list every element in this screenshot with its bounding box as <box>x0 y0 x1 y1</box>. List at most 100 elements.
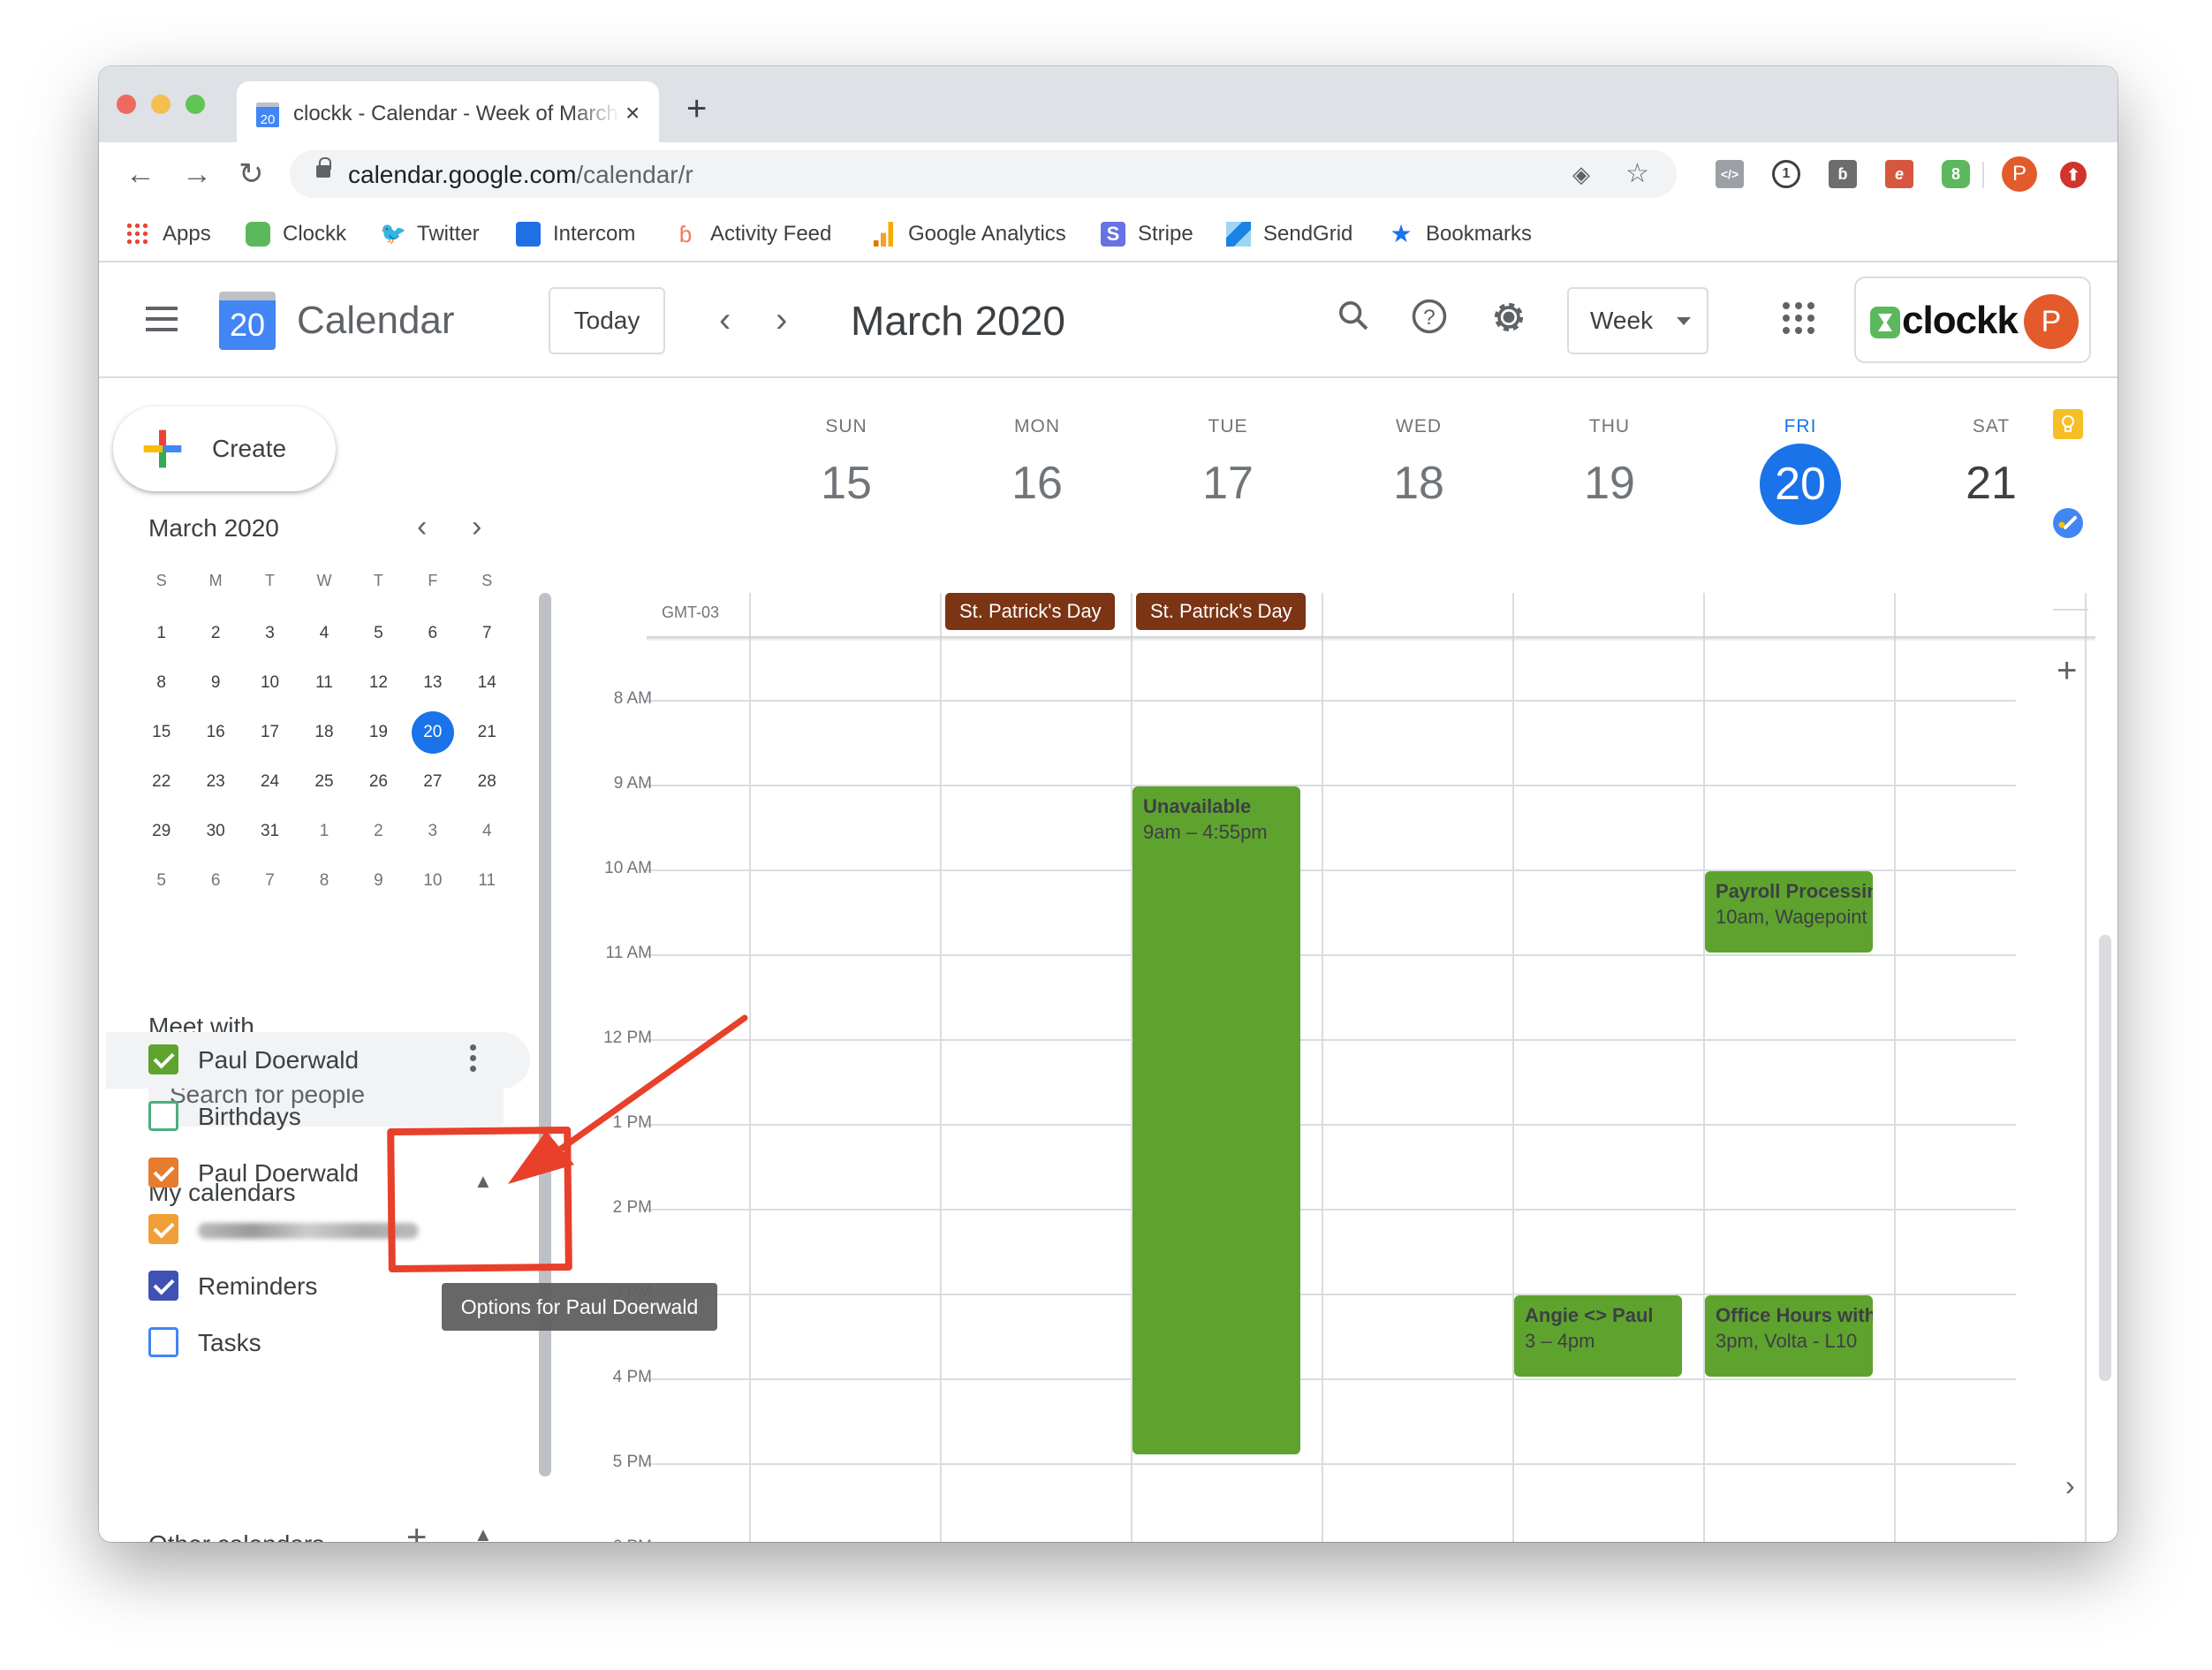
mini-day[interactable]: 30 <box>188 807 242 856</box>
mini-prev-month-button[interactable]: ‹ <box>417 509 427 544</box>
bookmark-sendgrid[interactable]: SendGrid <box>1226 218 1352 250</box>
browser-profile-avatar[interactable]: P <box>2002 156 2037 192</box>
calendar-item[interactable]: Paul Doerwald <box>106 1145 530 1202</box>
mini-day[interactable]: 21 <box>460 708 514 757</box>
day-header[interactable]: WED 18 <box>1323 414 1514 523</box>
mini-day[interactable]: 11 <box>297 658 351 708</box>
mini-day[interactable]: 24 <box>243 757 297 807</box>
minimize-window-button[interactable] <box>151 95 170 114</box>
day-header-today[interactable]: FRI 20 <box>1705 414 1896 525</box>
bookmark-twitter[interactable]: 🐦 Twitter <box>380 218 480 250</box>
calendar-checkbox[interactable] <box>148 1271 178 1301</box>
extension-diamond-icon[interactable]: ◈ <box>1572 159 1590 189</box>
calendar-item[interactable]: Birthdays <box>106 1089 530 1145</box>
next-week-button[interactable]: › <box>776 298 787 342</box>
today-button[interactable]: Today <box>549 287 665 354</box>
mini-day[interactable]: 2 <box>188 609 242 658</box>
mini-day[interactable]: 19 <box>352 708 405 757</box>
tab-close-icon[interactable]: × <box>625 97 640 129</box>
mini-day[interactable]: 11 <box>460 856 514 906</box>
bookmark-apps[interactable]: Apps <box>125 218 211 250</box>
mini-day[interactable]: 6 <box>188 856 242 906</box>
mini-day[interactable]: 18 <box>297 708 351 757</box>
update-arrow-icon[interactable]: ⬆ <box>2060 162 2087 188</box>
mini-day[interactable]: 5 <box>134 856 188 906</box>
onepassword-extension-icon[interactable]: 1 <box>1772 160 1800 188</box>
calendar-checkbox[interactable] <box>148 1101 178 1131</box>
add-addon-icon[interactable]: + <box>2057 653 2077 688</box>
mini-day[interactable]: 15 <box>134 708 188 757</box>
calendar-options-icon[interactable] <box>470 1044 477 1076</box>
mini-day[interactable]: 23 <box>188 757 242 807</box>
calendar-checkbox[interactable] <box>148 1214 178 1244</box>
main-menu-icon[interactable] <box>146 307 178 331</box>
all-day-event[interactable]: St. Patrick's Day <box>945 593 1115 630</box>
mini-day[interactable]: 7 <box>460 609 514 658</box>
sidebar-scrollbar[interactable] <box>539 593 551 1476</box>
mini-day[interactable]: 25 <box>297 757 351 807</box>
zoom-window-button[interactable] <box>186 95 205 114</box>
new-tab-button[interactable]: + <box>686 91 707 126</box>
view-selector[interactable]: Week <box>1567 287 1708 354</box>
forward-button[interactable]: → <box>182 156 212 192</box>
bookmark-folder-bookmarks[interactable]: ★ Bookmarks <box>1389 218 1532 250</box>
mini-day[interactable]: 5 <box>352 609 405 658</box>
mini-day[interactable]: 17 <box>243 708 297 757</box>
calendar-item[interactable]: Paul Doerwald <box>106 1032 530 1089</box>
evernote-extension-icon[interactable]: e <box>1885 160 1913 188</box>
mini-day-today[interactable]: 20 <box>405 708 459 757</box>
mini-day[interactable]: 4 <box>297 609 351 658</box>
calendar-event[interactable]: Angie <> Paul 3 – 4pm <box>1514 1295 1682 1377</box>
settings-gear-icon[interactable] <box>1486 298 1532 344</box>
code-extension-icon[interactable]: </> <box>1716 160 1744 188</box>
mini-day[interactable]: 4 <box>460 807 514 856</box>
add-other-calendar-icon[interactable]: + <box>406 1518 427 1542</box>
day-header[interactable]: TUE 17 <box>1133 414 1323 523</box>
calendar-item[interactable] <box>106 1202 530 1258</box>
close-window-button[interactable] <box>117 95 136 114</box>
mini-day[interactable]: 8 <box>134 658 188 708</box>
mini-day[interactable]: 2 <box>352 807 405 856</box>
mini-day[interactable]: 10 <box>405 856 459 906</box>
browser-tab[interactable]: 20 clockk - Calendar - Week of March 15,… <box>237 81 659 142</box>
search-icon[interactable] <box>1330 298 1376 344</box>
bookmark-intercom[interactable]: Intercom <box>516 218 635 250</box>
calendar-event[interactable]: Unavailable 9am – 4:55pm <box>1133 786 1300 1454</box>
clockk-extension-icon[interactable]: 8 <box>1942 160 1970 188</box>
calendar-event[interactable]: Office Hours with 3pm, Volta - L10 <box>1705 1295 1873 1377</box>
other-calendars-title[interactable]: Other calendars <box>148 1527 324 1542</box>
clockk-account-box[interactable]: clockk P <box>1854 277 2091 363</box>
previous-week-button[interactable]: ‹ <box>719 298 731 342</box>
calendar-event[interactable]: Payroll Processing 10am, Wagepoint <box>1705 871 1873 953</box>
mini-day[interactable]: 31 <box>243 807 297 856</box>
back-button[interactable]: ← <box>125 156 155 192</box>
mini-day[interactable]: 14 <box>460 658 514 708</box>
calendar-checkbox[interactable] <box>148 1327 178 1357</box>
help-icon[interactable]: ? <box>1406 298 1452 344</box>
mini-day[interactable]: 9 <box>188 658 242 708</box>
account-avatar[interactable]: P <box>2024 294 2079 349</box>
mini-day[interactable]: 13 <box>405 658 459 708</box>
hubspot-extension-icon[interactable]: ɓ <box>1829 160 1857 188</box>
mini-day[interactable]: 3 <box>405 807 459 856</box>
mini-day[interactable]: 16 <box>188 708 242 757</box>
mini-day[interactable]: 1 <box>134 609 188 658</box>
bookmark-clockk[interactable]: Clockk <box>246 218 346 250</box>
address-bar[interactable]: calendar.google.com/calendar/r ◈ ☆ <box>290 150 1677 198</box>
collapse-other-calendars-icon[interactable]: ▲ <box>473 1523 493 1542</box>
mini-day[interactable]: 28 <box>460 757 514 807</box>
reload-button[interactable]: ↻ <box>239 156 264 192</box>
expand-side-panel-icon[interactable]: › <box>2065 1469 2075 1502</box>
day-header[interactable]: THU 19 <box>1514 414 1705 523</box>
mini-next-month-button[interactable]: › <box>472 509 481 544</box>
mini-day[interactable]: 22 <box>134 757 188 807</box>
mini-day[interactable]: 1 <box>297 807 351 856</box>
all-day-event[interactable]: St. Patrick's Day <box>1136 593 1306 630</box>
mini-day[interactable]: 10 <box>243 658 297 708</box>
mini-day[interactable]: 27 <box>405 757 459 807</box>
calendar-checkbox[interactable] <box>148 1044 178 1074</box>
day-header[interactable]: MON 16 <box>942 414 1133 523</box>
bookmark-stripe[interactable]: S Stripe <box>1101 218 1193 250</box>
create-button[interactable]: Create <box>113 406 336 491</box>
keep-icon[interactable] <box>2053 409 2083 439</box>
